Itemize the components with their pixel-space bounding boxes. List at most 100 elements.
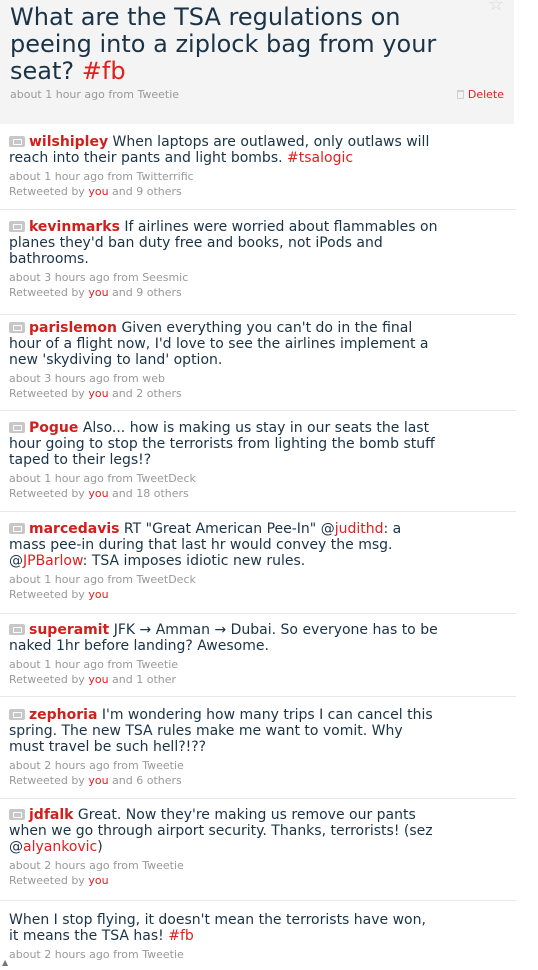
tweet-item: parislemon Given everything you can't do… — [0, 320, 516, 411]
status-meta: about 1 hour ago from Tweetie — [10, 88, 180, 101]
tweet-username[interactable]: kevinmarks — [29, 219, 120, 235]
retweet-prefix: Retweeted by — [9, 387, 85, 400]
tweet-username[interactable]: wilshipley — [29, 134, 108, 150]
retweet-prefix: Retweeted by — [9, 874, 85, 887]
tweet-body-part-c: : TSA imposes idiotic new rules. — [82, 553, 306, 569]
tweet-time: about 1 hour ago from Tweetie — [9, 658, 179, 671]
retweet-info: Retweeted by you and 6 others — [9, 773, 507, 788]
delete-button[interactable]: Delete — [456, 88, 504, 101]
retweet-icon — [9, 221, 25, 232]
retweet-you-link[interactable]: you — [88, 673, 108, 686]
retweet-icon — [9, 624, 25, 635]
tweet-item: zephoria I'm wondering how many trips I … — [0, 707, 516, 799]
tweet-meta: about 2 hours ago from Tweetie Retweeted… — [9, 858, 507, 888]
tweet-meta: about 1 hour ago from TweetDeck Retweete… — [9, 471, 507, 501]
retweet-prefix: Retweeted by — [9, 185, 85, 198]
tweet-meta: about 2 hours ago from Tweetie Retweeted… — [9, 758, 507, 788]
retweet-icon — [9, 422, 25, 433]
tweet-time: about 2 hours ago from Tweetie — [9, 948, 184, 961]
status-header: What are the TSA regulations on peeing i… — [0, 0, 514, 124]
retweet-prefix: Retweeted by — [9, 774, 85, 787]
retweet-others: and 6 others — [112, 774, 182, 787]
tweet-meta: about 1 hour ago from TweetDeck Retweete… — [9, 572, 507, 602]
tweet-time: about 1 hour ago from TweetDeck — [9, 472, 196, 485]
tweet-username[interactable]: parislemon — [29, 320, 117, 336]
tweet-meta: about 2 hours ago from Tweetie — [9, 947, 507, 962]
tweet-text: kevinmarks If airlines were worried abou… — [9, 219, 439, 267]
tweet-username[interactable]: jdfalk — [29, 807, 73, 823]
retweet-prefix: Retweeted by — [9, 487, 85, 500]
tweet-meta: about 1 hour ago from Tweetie Retweeted … — [9, 657, 507, 687]
tweet-time: about 2 hours ago from Tweetie — [9, 859, 184, 872]
retweet-info: Retweeted by you and 18 others — [9, 486, 507, 501]
retweet-you-link[interactable]: you — [88, 185, 108, 198]
tweet-item: marcedavis RT "Great American Pee-In" @j… — [0, 521, 516, 614]
retweet-info: Retweeted by you and 9 others — [9, 184, 507, 199]
status-title-hashtag[interactable]: #fb — [82, 57, 126, 85]
retweet-others: and 1 other — [112, 673, 177, 686]
retweet-you-link[interactable]: you — [88, 874, 108, 887]
tweet-body: When I stop flying, it doesn't mean the … — [9, 912, 426, 944]
retweet-prefix: Retweeted by — [9, 286, 85, 299]
retweet-you-link[interactable]: you — [88, 487, 108, 500]
retweet-you-link[interactable]: you — [88, 588, 108, 601]
tweet-time: about 1 hour ago from Twitterrific — [9, 170, 194, 183]
scroll-up-icon[interactable]: ▲ — [2, 958, 8, 967]
mention-link[interactable]: alyankovic — [23, 839, 97, 855]
tweet-text: marcedavis RT "Great American Pee-In" @j… — [9, 521, 439, 569]
tweet-text: parislemon Given everything you can't do… — [9, 320, 439, 368]
tweet-item: superamit JFK → Amman → Dubai. So everyo… — [0, 622, 516, 697]
retweet-icon — [9, 523, 25, 534]
tweet-text: zephoria I'm wondering how many trips I … — [9, 707, 439, 755]
retweet-info: Retweeted by you — [9, 873, 507, 888]
tweet-text: When I stop flying, it doesn't mean the … — [9, 912, 439, 944]
retweet-you-link[interactable]: you — [88, 387, 108, 400]
tweet-item: When I stop flying, it doesn't mean the … — [0, 912, 516, 970]
tweet-time: about 3 hours ago from Seesmic — [9, 271, 189, 284]
tweet-username[interactable]: zephoria — [29, 707, 97, 723]
mention-link[interactable]: judithd — [335, 521, 384, 537]
tweet-hashtag[interactable]: #fb — [168, 928, 194, 944]
tweet-time: about 1 hour ago from TweetDeck — [9, 573, 196, 586]
mention-link[interactable]: JPBarlow — [23, 553, 83, 569]
tweet-item: wilshipley When laptops are outlawed, on… — [0, 134, 516, 210]
tweet-item: kevinmarks If airlines were worried abou… — [0, 219, 516, 315]
delete-label[interactable]: Delete — [468, 88, 504, 101]
retweet-prefix: Retweeted by — [9, 673, 85, 686]
retweet-others: and 2 others — [112, 387, 182, 400]
tweet-body-part-a: RT "Great American Pee-In" @ — [123, 521, 335, 537]
retweet-you-link[interactable]: you — [88, 286, 108, 299]
retweet-info: Retweeted by you and 2 others — [9, 386, 507, 401]
retweet-icon — [9, 136, 25, 147]
retweet-others: and 9 others — [112, 185, 182, 198]
retweet-info: Retweeted by you and 1 other — [9, 672, 507, 687]
retweet-info: Retweeted by you and 9 others — [9, 285, 507, 300]
tweet-meta: about 1 hour ago from Twitterrific Retwe… — [9, 169, 507, 199]
status-title: What are the TSA regulations on peeing i… — [10, 4, 450, 85]
tweet-time: about 3 hours ago from web — [9, 372, 165, 385]
retweet-info: Retweeted by you — [9, 587, 507, 602]
tweet-meta: about 3 hours ago from Seesmic Retweeted… — [9, 270, 507, 300]
tweet-item: Pogue Also... how is making us stay in o… — [0, 420, 516, 512]
tweet-username[interactable]: marcedavis — [29, 521, 119, 537]
tweet-username[interactable]: superamit — [29, 622, 109, 638]
tweet-meta: about 3 hours ago from web Retweeted by … — [9, 371, 507, 401]
retweet-you-link[interactable]: you — [88, 774, 108, 787]
retweet-icon — [9, 809, 25, 820]
timeline-page: What are the TSA regulations on peeing i… — [0, 0, 538, 970]
tweet-text: jdfalk Great. Now they're making us remo… — [9, 807, 439, 855]
tweet-text: Pogue Also... how is making us stay in o… — [9, 420, 439, 468]
status-title-text: What are the TSA regulations on peeing i… — [10, 3, 437, 85]
tweet-time: about 2 hours ago from Tweetie — [9, 759, 184, 772]
tweet-hashtag[interactable]: #tsalogic — [287, 150, 353, 166]
star-icon[interactable]: ☆ — [488, 0, 504, 14]
tweet-item: jdfalk Great. Now they're making us remo… — [0, 807, 516, 901]
retweet-others: and 18 others — [112, 487, 189, 500]
tweet-username[interactable]: Pogue — [29, 420, 78, 436]
tweet-text: wilshipley When laptops are outlawed, on… — [9, 134, 439, 166]
retweet-others: and 9 others — [112, 286, 182, 299]
retweet-prefix: Retweeted by — [9, 588, 85, 601]
tweet-text: superamit JFK → Amman → Dubai. So everyo… — [9, 622, 439, 654]
retweet-icon — [9, 322, 25, 333]
trash-icon — [456, 90, 464, 99]
